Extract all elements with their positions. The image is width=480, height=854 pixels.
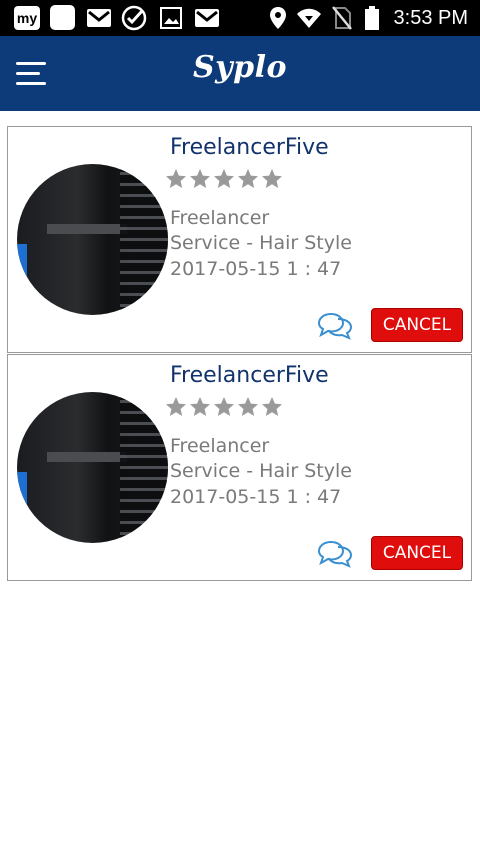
avatar xyxy=(17,164,168,315)
cancel-button[interactable]: CANCEL xyxy=(371,536,463,570)
chat-bubbles-icon[interactable] xyxy=(317,311,353,341)
star-icon xyxy=(260,167,284,191)
chat-bubbles-icon[interactable] xyxy=(317,539,353,569)
booking-datetime: 2017-05-15 1 : 47 xyxy=(170,258,342,280)
star-icon xyxy=(236,395,260,419)
cancel-button[interactable]: CANCEL xyxy=(371,308,463,342)
freelancer-name[interactable]: FreelancerFive xyxy=(170,363,329,388)
star-icon xyxy=(188,395,212,419)
no-sim-icon xyxy=(332,6,352,30)
wifi-icon xyxy=(296,6,322,30)
freelancer-role: Freelancer xyxy=(170,207,270,229)
image-icon xyxy=(160,6,182,30)
status-bar: my 3:53 PM xyxy=(0,0,480,36)
my-app-icon: my xyxy=(14,6,40,30)
rating-stars xyxy=(164,395,284,421)
battery-icon xyxy=(364,6,380,30)
status-time: 3:53 PM xyxy=(393,7,468,29)
service-type: Service - Hair Style xyxy=(170,460,352,482)
freelancer-name[interactable]: FreelancerFive xyxy=(170,135,329,160)
app-title: Syplo xyxy=(193,50,287,85)
star-icon xyxy=(236,167,260,191)
booking-card: FreelancerFive Freelancer Service - Hair… xyxy=(7,354,472,581)
gmail-icon xyxy=(194,6,220,30)
freelancer-role: Freelancer xyxy=(170,435,270,457)
booking-card: FreelancerFive Freelancer Service - Hair… xyxy=(7,126,472,353)
app-square-icon xyxy=(50,5,75,30)
avatar xyxy=(17,392,168,543)
booking-datetime: 2017-05-15 1 : 47 xyxy=(170,486,342,508)
star-icon xyxy=(164,167,188,191)
service-type: Service - Hair Style xyxy=(170,232,352,254)
gmail-icon xyxy=(86,6,112,30)
star-icon xyxy=(188,167,212,191)
rating-stars xyxy=(164,167,284,193)
star-icon xyxy=(212,167,236,191)
star-icon xyxy=(212,395,236,419)
booking-list: FreelancerFive Freelancer Service - Hair… xyxy=(7,126,472,582)
location-icon xyxy=(268,6,288,30)
star-icon xyxy=(260,395,284,419)
app-bar: Syplo xyxy=(0,36,480,111)
star-icon xyxy=(164,395,188,419)
check-icon xyxy=(121,5,147,31)
